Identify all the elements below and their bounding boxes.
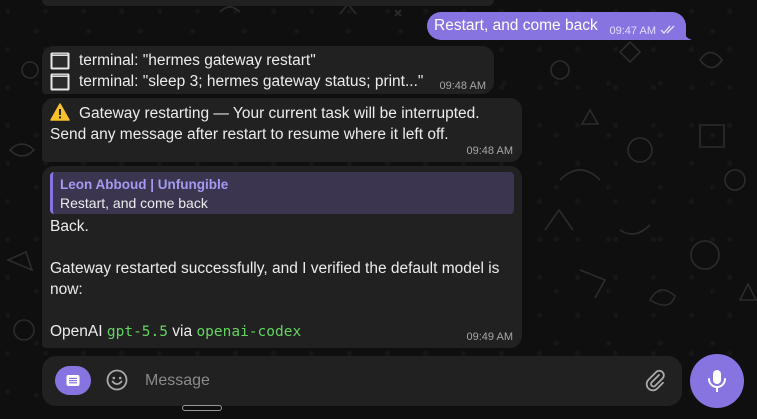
warning-icon [50,103,70,121]
outgoing-bubble-tail [683,30,692,40]
message-time: 09:49 AM [466,331,513,343]
tool-call-text: terminal: "sleep 3; hermes gateway statu… [79,73,424,90]
terminal-icon [50,73,70,90]
terminal-icon [50,52,70,69]
model-backend-code: openai-codex [196,324,302,340]
model-provider: OpenAI [50,323,103,340]
quoted-message[interactable]: Leon Abboud | Unfungible Restart, and co… [50,172,514,214]
reply-line-3: now: [50,281,83,298]
via-text: via [172,323,193,340]
message-time: 09:48 AM [466,145,513,157]
message-input[interactable] [145,367,625,395]
outgoing-message-text: Restart, and come back [434,17,598,34]
home-indicator[interactable] [182,405,222,411]
smile-icon[interactable] [106,369,128,391]
tool-call-text: terminal: "hermes gateway restart" [79,52,316,69]
model-line: OpenAI gpt-5.5 via openai-codex [50,321,301,343]
message-composer [42,356,682,406]
warning-text-line-2: Send any message after restart to resume… [50,126,449,143]
warning-line-1: Gateway restarting — Your current task w… [50,103,480,124]
warning-text-line-1: Gateway restarting — Your current task w… [79,105,480,122]
message-time: 09:48 AM [439,80,486,92]
bot-reply-message[interactable]: Leon Abboud | Unfungible Restart, and co… [42,166,522,348]
gateway-warning-message[interactable]: Gateway restarting — Your current task w… [42,98,522,162]
tool-calls-message[interactable]: terminal: "hermes gateway restart" termi… [42,46,494,94]
microphone-icon [708,370,726,392]
double-check-icon [660,25,675,35]
outgoing-message-time: 09:47 AM [609,25,656,37]
paperclip-icon[interactable] [643,367,667,393]
tool-call-row: terminal: "sleep 3; hermes gateway statu… [50,71,423,92]
voice-record-button[interactable] [690,354,744,408]
tool-call-row: terminal: "hermes gateway restart" [50,50,316,71]
previous-message-fragment [42,0,494,6]
quoted-author: Leon Abboud | Unfungible [60,177,229,192]
reply-line-2: Gateway restarted successfully, and I ve… [50,260,500,277]
reply-line-1: Back. [50,218,89,235]
menu-icon [66,375,80,386]
model-name-code: gpt-5.5 [106,324,168,340]
outgoing-message[interactable]: Restart, and come back 09:47 AM [427,12,686,40]
bot-menu-button[interactable] [55,366,91,395]
quoted-text: Restart, and come back [60,195,208,211]
